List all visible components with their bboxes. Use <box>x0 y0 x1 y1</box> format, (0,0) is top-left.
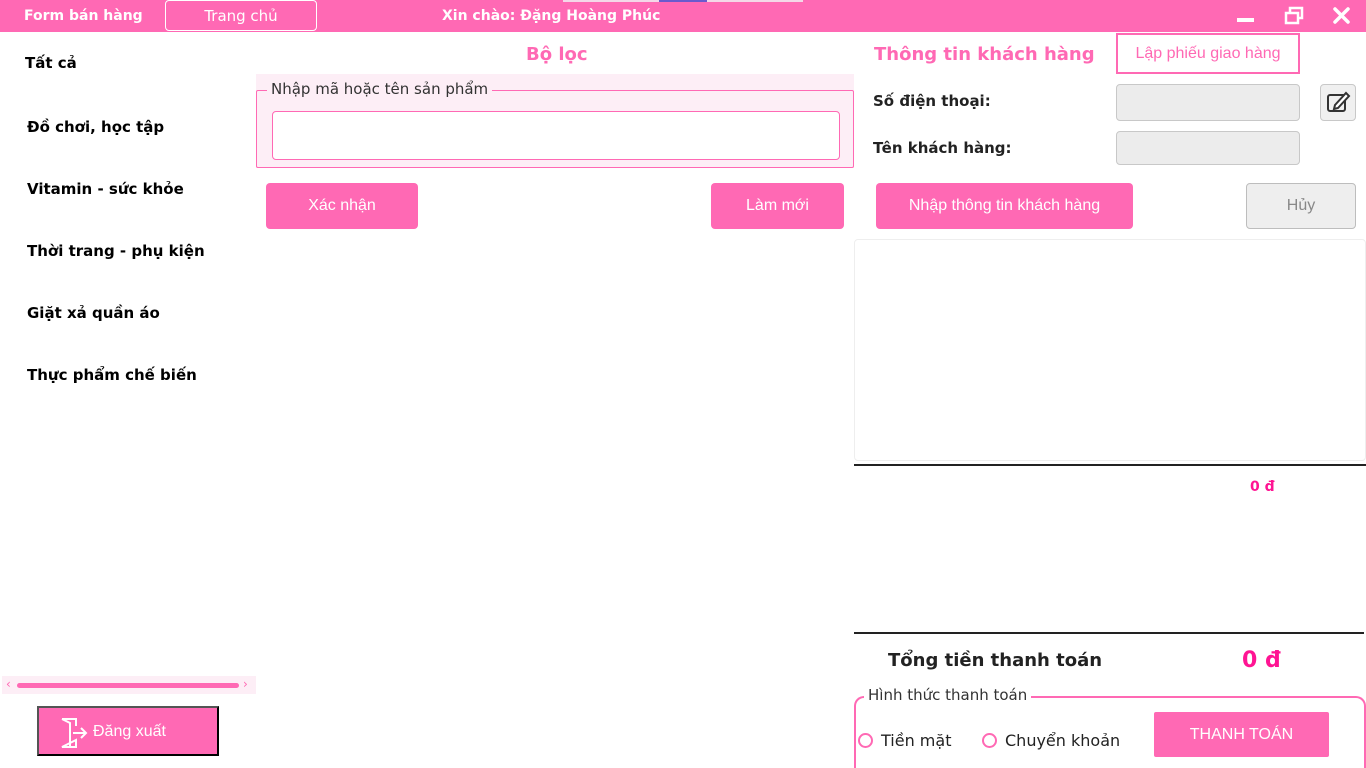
subtotal-value: 0 đ <box>1250 479 1275 495</box>
sidebar-item-fashion-accessories[interactable]: Thời trang - phụ kiện <box>27 242 205 260</box>
customer-name-field[interactable] <box>1116 131 1300 165</box>
transfer-radio[interactable] <box>982 733 997 748</box>
edit-customer-button[interactable] <box>1320 84 1356 121</box>
total-value: 0 đ <box>1242 648 1281 673</box>
close-icon[interactable] <box>1329 4 1355 28</box>
filter-title: Bộ lọc <box>526 44 588 65</box>
cancel-button[interactable]: Hủy <box>1246 183 1356 229</box>
divider <box>854 632 1364 634</box>
scroll-right-icon[interactable]: › <box>243 677 248 691</box>
cash-label[interactable]: Tiền mặt <box>881 731 951 750</box>
phone-label: Số điện thoại: <box>873 92 991 110</box>
minimize-icon[interactable] <box>1233 4 1259 28</box>
home-button[interactable]: Trang chủ <box>165 0 317 31</box>
payment-legend: Hình thức thanh toán <box>864 686 1032 704</box>
customer-name-label: Tên khách hàng: <box>873 139 1012 157</box>
phone-field[interactable] <box>1116 84 1300 121</box>
scrollbar-thumb[interactable] <box>17 683 239 688</box>
refresh-button[interactable]: Làm mới <box>711 183 844 229</box>
divider <box>854 464 1366 466</box>
top-stripe <box>563 0 659 2</box>
confirm-button[interactable]: Xác nhận <box>266 183 418 229</box>
customer-info-title: Thông tin khách hàng <box>874 44 1095 65</box>
sidebar-item-processed-food[interactable]: Thực phẩm chế biến <box>27 366 197 384</box>
edit-icon <box>1327 91 1351 112</box>
create-delivery-button[interactable]: Lập phiếu giao hàng <box>1116 33 1300 74</box>
app-title: Form bán hàng <box>24 8 143 24</box>
scroll-left-icon[interactable]: ‹ <box>6 677 11 691</box>
total-label: Tổng tiền thanh toán <box>888 650 1103 671</box>
logout-button[interactable]: Đăng xuất <box>37 706 219 756</box>
cash-radio[interactable] <box>858 733 873 748</box>
product-search-input[interactable] <box>272 111 840 160</box>
sidebar-item-all[interactable]: Tất cả <box>25 54 77 72</box>
title-bar: Form bán hàng Trang chủ Xin chào: Đặng H… <box>0 0 1366 32</box>
sidebar-item-vitamin-health[interactable]: Vitamin - sức khỏe <box>27 180 184 198</box>
logout-label: Đăng xuất <box>93 723 166 740</box>
filter-panel: Nhập mã hoặc tên sản phẩm <box>256 74 854 168</box>
greeting-text: Xin chào: Đặng Hoàng Phúc <box>442 8 661 24</box>
sidebar-scrollbar[interactable]: ‹ › <box>2 676 256 694</box>
sidebar-item-laundry[interactable]: Giặt xả quần áo <box>27 304 160 322</box>
sidebar-item-toys-learning[interactable]: Đồ chơi, học tập <box>27 118 164 136</box>
top-stripe-accent <box>659 0 707 2</box>
filter-legend: Nhập mã hoặc tên sản phẩm <box>267 80 493 98</box>
enter-customer-info-button[interactable]: Nhập thông tin khách hàng <box>876 183 1133 229</box>
order-list <box>854 239 1366 461</box>
pay-button[interactable]: THANH TOÁN <box>1154 712 1329 757</box>
transfer-label[interactable]: Chuyển khoản <box>1005 731 1120 750</box>
top-stripe <box>707 0 803 2</box>
restore-icon[interactable] <box>1281 4 1307 28</box>
logout-icon <box>61 718 88 748</box>
